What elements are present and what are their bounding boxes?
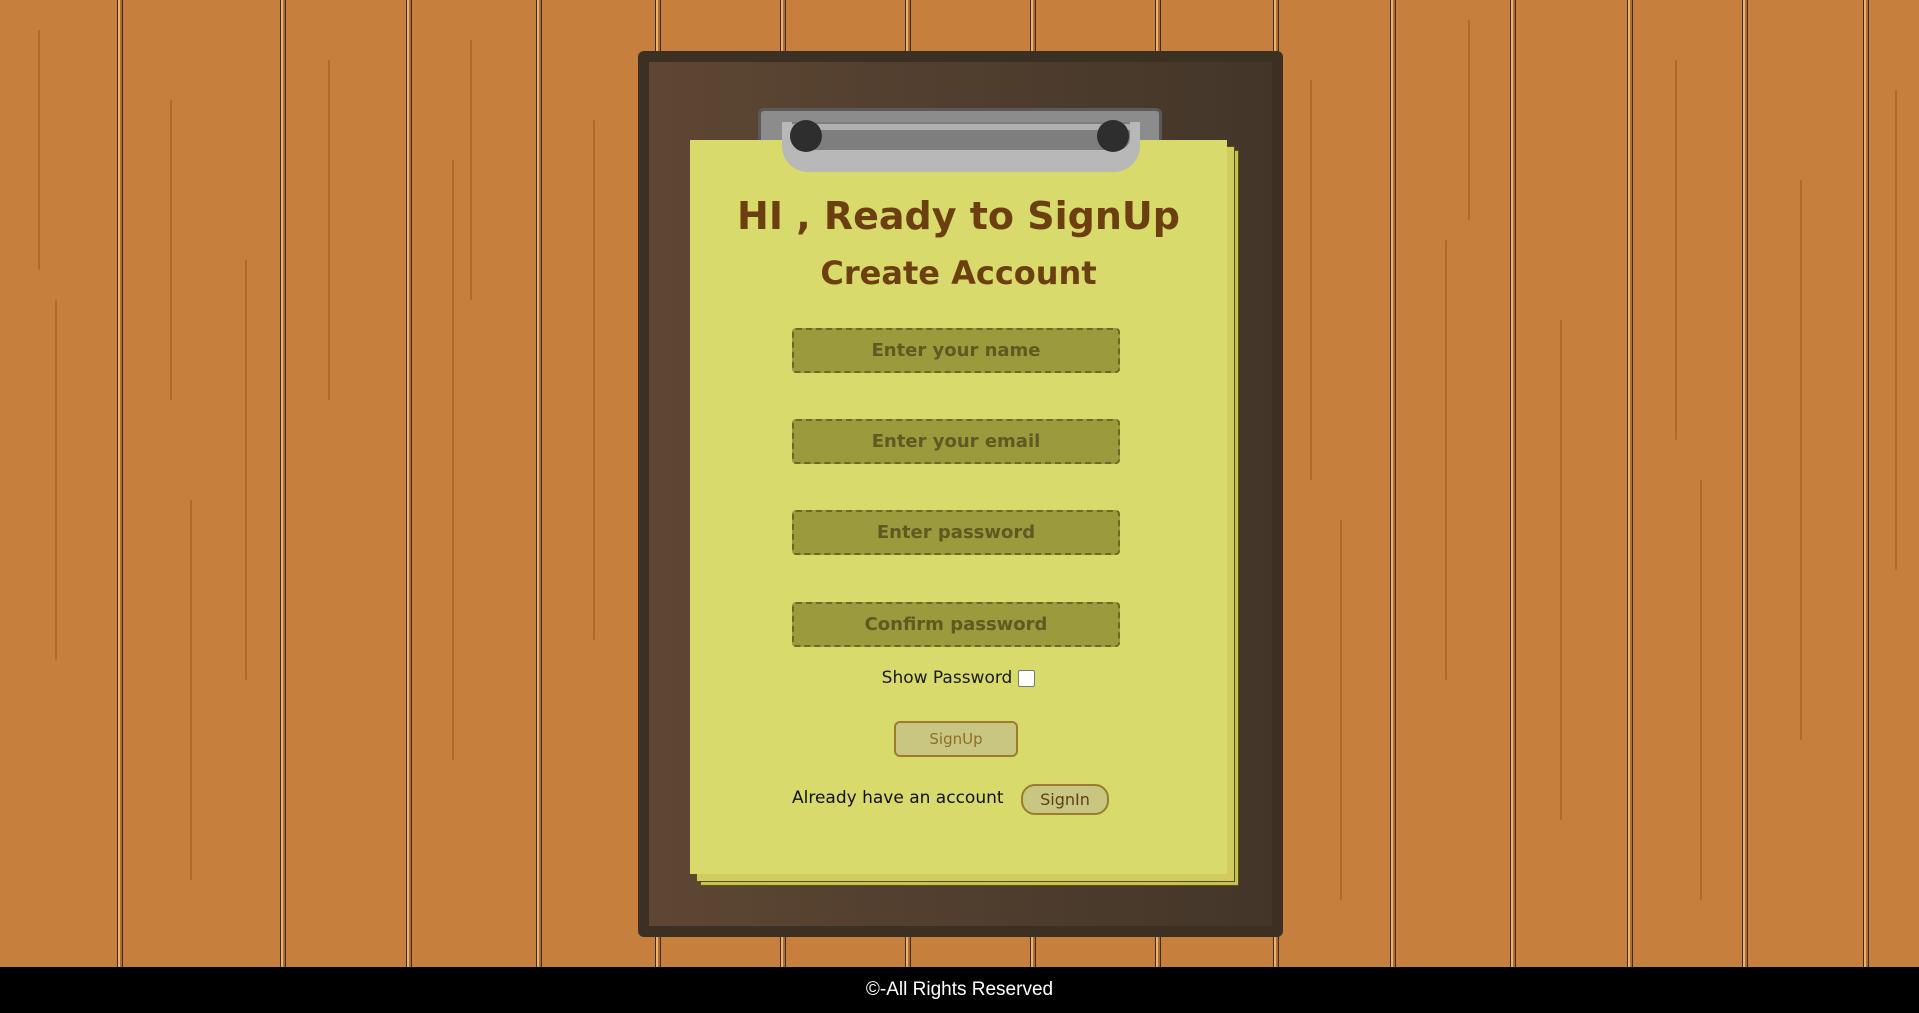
plank-seam <box>117 0 124 967</box>
wood-grain <box>452 160 454 760</box>
confirm-password-input[interactable] <box>792 602 1120 647</box>
show-password-label: Show Password <box>881 668 1013 688</box>
plank-seam <box>1510 0 1517 967</box>
page-subtitle: Create Account <box>820 254 1097 292</box>
plank-seam <box>280 0 287 967</box>
clip-highlight <box>792 124 1130 130</box>
plank-seam <box>1742 0 1749 967</box>
signin-prompt: Already have an account <box>792 788 1004 808</box>
wood-grain <box>470 40 472 300</box>
email-input[interactable] <box>792 419 1120 464</box>
plank-seam <box>536 0 543 967</box>
wood-grain <box>38 30 40 270</box>
wood-grain <box>245 260 247 680</box>
plank-seam <box>1627 0 1634 967</box>
footer: ©-All Rights Reserved <box>0 967 1919 1013</box>
wood-grain <box>1445 240 1447 680</box>
wood-grain <box>1675 60 1677 440</box>
signup-paper <box>690 140 1227 874</box>
wood-grain <box>1700 480 1702 900</box>
signin-button[interactable]: SignIn <box>1021 784 1109 815</box>
password-input[interactable] <box>792 510 1120 555</box>
clip-bar <box>792 122 1130 150</box>
wood-grain <box>170 100 172 400</box>
wood-grain <box>1340 520 1342 900</box>
page-title: HI , Ready to SignUp <box>737 194 1180 238</box>
clip-holder <box>782 122 1140 172</box>
wood-grain <box>1560 320 1562 820</box>
wood-grain <box>1468 20 1470 220</box>
rivet-right-icon <box>1097 120 1129 152</box>
plank-seam <box>406 0 413 967</box>
plank-seam <box>1863 0 1870 967</box>
wood-grain <box>328 60 330 400</box>
wood-grain <box>1895 90 1897 570</box>
rivet-left-icon <box>790 120 822 152</box>
wood-grain <box>1310 80 1312 480</box>
signup-button[interactable]: SignUp <box>894 721 1018 757</box>
wood-grain <box>190 500 192 880</box>
wood-grain <box>1800 180 1802 740</box>
wood-grain <box>55 300 57 660</box>
wood-grain <box>593 120 595 640</box>
show-password-checkbox[interactable] <box>1018 669 1036 687</box>
show-password-row: Show Password <box>690 668 1227 688</box>
footer-text: ©-All Rights Reserved <box>865 979 1054 1000</box>
plank-seam <box>1390 0 1397 967</box>
name-input[interactable] <box>792 328 1120 373</box>
